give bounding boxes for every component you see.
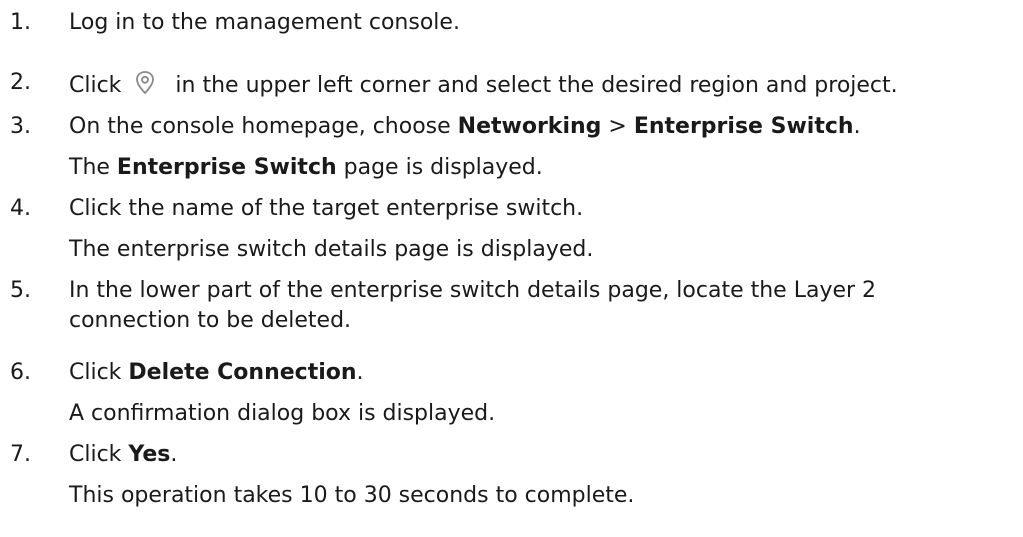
button-name-yes: Yes <box>128 442 171 467</box>
step-text-part: in the upper left corner and select the … <box>175 73 898 98</box>
step-result: A confirmation dialog box is displayed. <box>69 401 496 426</box>
step-result: This operation takes 10 to 30 seconds to… <box>69 483 635 508</box>
step-text-part: Click <box>69 73 122 98</box>
location-pin-icon <box>130 68 161 98</box>
step-text: Click Yes. <box>69 440 177 470</box>
button-name-delete-connection: Delete Connection <box>128 360 357 385</box>
step-text: On the console homepage, choose Networki… <box>69 112 861 142</box>
page-name-enterprise-switch: Enterprise Switch <box>116 155 337 180</box>
step-text-line-2: connection to be deleted. <box>69 308 352 333</box>
step-text: Click Delete Connection. <box>69 358 364 388</box>
step-result-part: page is displayed. <box>336 155 543 180</box>
step-number: 5. <box>10 278 31 303</box>
step-number: 2. <box>10 70 31 95</box>
step-number: 1. <box>10 10 31 35</box>
step-text-part: On the console homepage, choose <box>69 114 458 139</box>
step-number: 3. <box>10 114 31 139</box>
step-text-part: Click <box>69 360 129 385</box>
step-text-part: Click <box>69 442 129 467</box>
step-number: 4. <box>10 196 31 221</box>
menu-path-networking: Networking <box>457 114 602 139</box>
step-text-end: . <box>356 360 364 385</box>
step-text: Click in the upper left corner and selec… <box>69 68 898 101</box>
step-text-end: . <box>853 114 861 139</box>
step-text: Click the name of the target enterprise … <box>69 196 584 221</box>
menu-path-enterprise-switch: Enterprise Switch <box>633 114 854 139</box>
step-number: 7. <box>10 442 31 467</box>
step-result: The Enterprise Switch page is displayed. <box>69 153 543 183</box>
step-text-end: . <box>170 442 178 467</box>
step-text-line-1: In the lower part of the enterprise swit… <box>69 278 877 303</box>
menu-path-separator: > <box>601 114 634 139</box>
step-text: Log in to the management console. <box>69 10 460 35</box>
step-result-part: The <box>69 155 117 180</box>
procedure-steps: 1. Log in to the management console. 2. … <box>0 0 1023 537</box>
step-number: 6. <box>10 360 31 385</box>
step-result: The enterprise switch details page is di… <box>69 237 594 262</box>
